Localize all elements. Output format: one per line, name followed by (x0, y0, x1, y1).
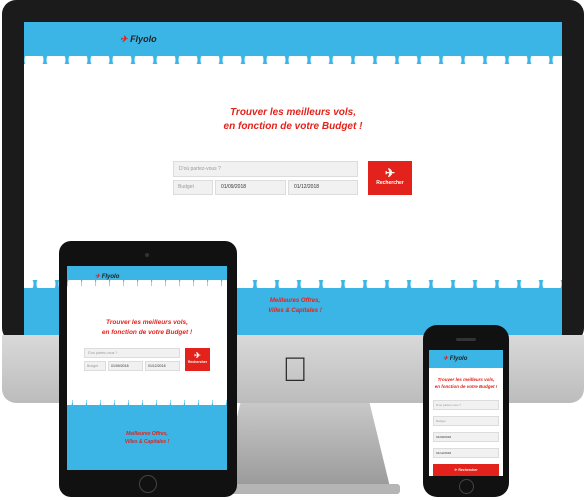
tablet-hero-title: Trouver les meilleurs vols, en fonction … (67, 318, 227, 338)
tablet-departure-input[interactable]: D'où partez-vous ? (84, 348, 180, 358)
date-to-input[interactable]: 01/12/2018 (288, 180, 358, 195)
hero-title: Trouver les meilleurs vols, en fonction … (24, 106, 562, 134)
plane-icon: ✈ (454, 468, 458, 472)
imac-stand (220, 403, 390, 487)
tablet-date-to-input[interactable]: 01/12/2018 (145, 361, 180, 371)
phone-date-to-input[interactable]: 01/12/2018 (433, 448, 499, 458)
phone-budget-input[interactable]: Budget (433, 416, 499, 426)
hero-title-line1: Trouver les meilleurs vols, (230, 107, 356, 118)
phone-screen: ✈ Flyolo Trouver les meilleurs vols, en … (429, 350, 503, 476)
logo-text: Flyolo (130, 34, 157, 44)
apple-logo-icon:  (280, 352, 310, 388)
tablet-screen: ✈ Flyolo Trouver les meilleurs vols, en … (67, 266, 227, 470)
plane-logo-icon: ✈ (95, 274, 101, 280)
tablet-search-label: Rechercher (187, 360, 208, 364)
plane-logo-icon: ✈ (120, 34, 128, 44)
tablet-logo-text: Flyolo (101, 274, 120, 280)
search-button[interactable]: ✈ Rechercher (368, 161, 412, 195)
phone-search-label: Rechercher (458, 468, 478, 472)
desktop-promo-line2: Villes & Capitales ! (268, 308, 322, 314)
phone-date-from-input[interactable]: 01/09/2018 (433, 432, 499, 442)
sky-header (24, 22, 562, 72)
imac-foot (210, 484, 400, 494)
hero-title-line2: en fonction de votre Budget ! (223, 121, 363, 132)
tablet-promo-text: Meilleures Offres, Villes & Capitales ! (67, 430, 227, 446)
phone-hero-line2: en fonction de votre Budget ! (434, 384, 498, 389)
phone-logo[interactable]: ✈ Flyolo (443, 355, 467, 362)
tablet-budget-input[interactable]: Budget (84, 361, 106, 371)
phone-search-button[interactable]: ✈ Rechercher (433, 464, 499, 476)
tablet-logo[interactable]: ✈ Flyolo (95, 273, 119, 280)
phone-home-button (459, 479, 474, 494)
phone-hero-title: Trouver les meilleurs vols, en fonction … (429, 376, 503, 390)
search-button-label: Rechercher (376, 180, 404, 186)
plane-logo-icon: ✈ (443, 356, 449, 362)
desktop-promo-text: Meilleures Offres, Villes & Capitales ! (245, 296, 345, 316)
tablet-search-button[interactable]: ✈ Rechercher (185, 348, 210, 371)
plane-icon: ✈ (384, 166, 396, 180)
logo[interactable]: ✈ Flyolo (120, 34, 157, 45)
plane-icon: ✈ (194, 351, 201, 360)
desktop-promo-line1: Meilleures Offres, (269, 298, 321, 304)
phone-logo-text: Flyolo (449, 356, 468, 362)
departure-input[interactable]: D'où partez-vous ? (173, 161, 358, 177)
phone-speaker (456, 338, 476, 341)
tablet-sky-header (67, 266, 227, 290)
tablet-promo-line2: Villes & Capitales ! (124, 439, 170, 445)
tablet-hero-line2: en fonction de votre Budget ! (101, 329, 193, 336)
tablet-home-button (139, 475, 157, 493)
tablet-camera (145, 253, 149, 257)
phone-departure-input[interactable]: D'où partez-vous ? (433, 400, 499, 410)
tablet-promo-line1: Meilleures Offres, (126, 431, 168, 437)
tablet-date-from-input[interactable]: 01/09/2018 (108, 361, 143, 371)
tablet-hero-line1: Trouver les meilleurs vols, (106, 319, 188, 326)
budget-input[interactable]: Budget (173, 180, 213, 195)
phone-hero-line1: Trouver les meilleurs vols, (437, 377, 495, 382)
date-from-input[interactable]: 01/09/2018 (215, 180, 286, 195)
